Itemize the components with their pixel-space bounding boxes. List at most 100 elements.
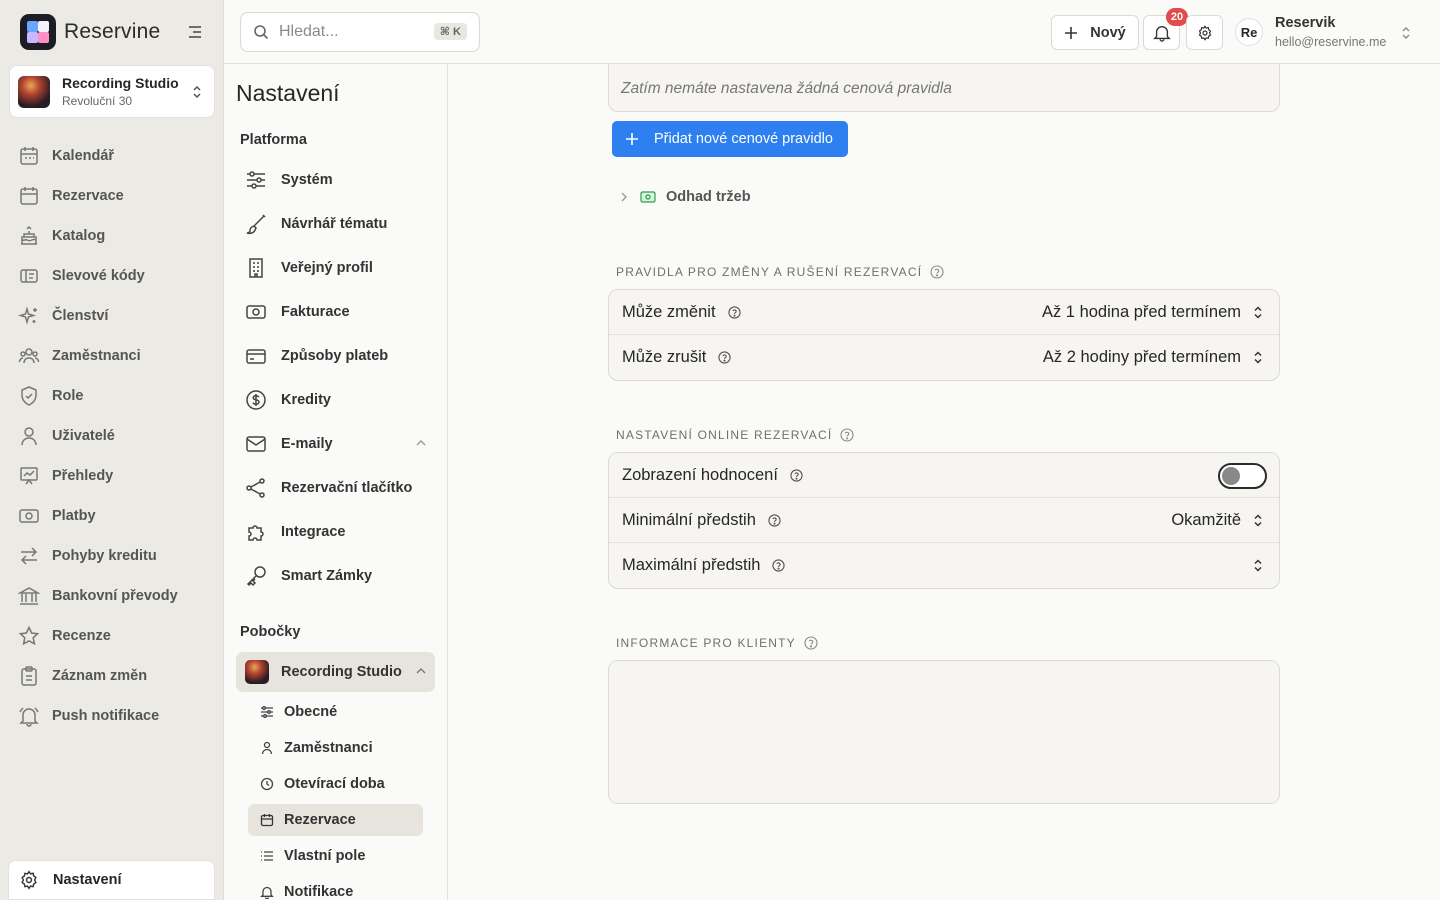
- section-title-text: INFORMACE PRO KLIENTY: [616, 636, 796, 650]
- show-reviews-row: Zobrazení hodnocení: [609, 453, 1279, 498]
- nav-item-label: Přehledy: [52, 468, 114, 484]
- settings-item-label: Rezervační tlačítko: [281, 480, 413, 496]
- settings-item-invoicing[interactable]: Fakturace: [236, 292, 435, 332]
- search-shortcut: ⌘ K: [433, 23, 467, 40]
- branch-sub-reservations[interactable]: Rezervace: [248, 804, 423, 836]
- can-cancel-select-value[interactable]: Až 2 hodiny před termínem: [1043, 348, 1241, 367]
- sparkles-icon: [18, 306, 37, 325]
- help-circle-icon: [790, 468, 803, 482]
- branch-sub-opening-hours[interactable]: Otevírací doba: [248, 768, 423, 800]
- help-circle-icon: [840, 428, 854, 442]
- row-label: Minimální předstih: [622, 510, 756, 529]
- client-info-textarea[interactable]: [608, 660, 1280, 804]
- settings-button[interactable]: [1186, 15, 1223, 50]
- nav-item-reservations[interactable]: Rezervace: [0, 176, 224, 216]
- nav-item-reviews[interactable]: Recenze: [0, 616, 224, 656]
- nav-item-calendar[interactable]: Kalendář: [0, 136, 224, 176]
- branch-sub-label: Otevírací doba: [284, 776, 385, 792]
- show-reviews-toggle[interactable]: [1218, 463, 1267, 489]
- row-label: Může změnit: [622, 302, 716, 321]
- nav-item-label: Role: [52, 388, 84, 404]
- avatar: Re: [1235, 18, 1263, 46]
- settings-item-emails[interactable]: E-maily: [236, 424, 435, 464]
- brand[interactable]: Reservine: [20, 14, 160, 50]
- notifications-button[interactable]: 20: [1143, 8, 1188, 50]
- user-menu[interactable]: Re Reservik hello@reservine.me: [1235, 14, 1420, 52]
- help-circle-icon: [768, 513, 781, 527]
- add-pricing-rule-button[interactable]: Přidat nové cenové pravidlo: [612, 121, 848, 157]
- settings-item-credits[interactable]: Kredity: [236, 380, 435, 420]
- branch-label: Recording Studio: [281, 664, 402, 680]
- collapse-sidebar-button[interactable]: [186, 24, 204, 40]
- branch-sub-notifications[interactable]: Notifikace: [248, 876, 423, 900]
- settings-item-integrations[interactable]: Integrace: [236, 512, 435, 552]
- sliders-icon: [261, 706, 273, 718]
- toggle-knob: [1222, 467, 1240, 485]
- settings-item-theme-designer[interactable]: Návrhář tématu: [236, 204, 435, 244]
- branch-item-recording-studio[interactable]: Recording Studio: [236, 652, 435, 692]
- new-button-label: Nový: [1090, 24, 1126, 41]
- nav-item-roles[interactable]: Role: [0, 376, 224, 416]
- settings-item-public-profile[interactable]: Veřejný profil: [236, 248, 435, 288]
- branch-sub-custom-fields[interactable]: Vlastní pole: [248, 840, 423, 872]
- settings-item-label: E-maily: [281, 436, 333, 452]
- settings-item-payment-methods[interactable]: Způsoby plateb: [236, 336, 435, 376]
- plus-icon: [1065, 26, 1078, 39]
- clock-icon: [260, 777, 274, 791]
- pricing-rules-empty: Zatím nemáte nastavena žádná cenová prav…: [608, 64, 1280, 112]
- revenue-estimate-label: Odhad tržeb: [666, 189, 751, 205]
- nav-item-employees[interactable]: Zaměstnanci: [0, 336, 224, 376]
- branch-sub-general[interactable]: Obecné: [248, 696, 423, 728]
- settings-item-label: Veřejný profil: [281, 260, 373, 276]
- min-advance-row[interactable]: Minimální předstih Okamžitě: [609, 498, 1279, 543]
- banknote-icon: [19, 509, 39, 523]
- help-circle-icon: [804, 636, 818, 650]
- nav-item-payments[interactable]: Platby: [0, 496, 224, 536]
- row-label: Může zrušit: [622, 348, 707, 366]
- nav-item-push-notifications[interactable]: Push notifikace: [0, 696, 224, 736]
- nav-item-bank-transfers[interactable]: Bankovní převody: [0, 576, 224, 616]
- bell-icon: [19, 707, 39, 727]
- star-icon: [18, 625, 40, 646]
- can-change-select-value[interactable]: Až 1 hodina před termínem: [1042, 303, 1241, 322]
- nav-item-settings[interactable]: Nastavení: [8, 860, 215, 900]
- can-cancel-row[interactable]: Může zrušit Až 2 hodiny před termínem: [609, 335, 1279, 380]
- nav-item-membership[interactable]: Členství: [0, 296, 224, 336]
- settings-item-label: Fakturace: [281, 304, 350, 320]
- nav-item-credit-movements[interactable]: Pohyby kreditu: [0, 536, 224, 576]
- max-advance-row[interactable]: Maximální předstih: [609, 543, 1279, 588]
- platform-group-label: Platforma: [240, 132, 307, 148]
- row-label: Zobrazení hodnocení: [622, 465, 778, 484]
- change-rules-card: Může změnit Až 1 hodina před termínem Mů…: [608, 289, 1280, 381]
- nav-item-catalog[interactable]: Katalog: [0, 216, 224, 256]
- shield-icon: [21, 386, 37, 406]
- search-input[interactable]: [279, 23, 419, 41]
- nav-item-changelog[interactable]: Záznam změn: [0, 656, 224, 696]
- notifications-badge: 20: [1166, 8, 1188, 26]
- settings-item-system[interactable]: Systém: [236, 160, 435, 200]
- gear-icon: [21, 870, 37, 890]
- revenue-estimate-toggle[interactable]: Odhad tržeb: [620, 189, 751, 205]
- nav-item-discount-codes[interactable]: Slevové kódy: [0, 256, 224, 296]
- settings-item-smart-locks[interactable]: Smart Zámky: [236, 556, 435, 596]
- nav-item-reports[interactable]: Přehledy: [0, 456, 224, 496]
- settings-item-label: Smart Zámky: [281, 568, 373, 584]
- nav-item-users[interactable]: Uživatelé: [0, 416, 224, 456]
- puzzle-icon: [248, 525, 264, 541]
- chevron-up-icon: [416, 440, 426, 446]
- list-icon: [261, 851, 273, 861]
- studio-switcher[interactable]: Recording Studio Revoluční 30: [9, 65, 215, 118]
- chevron-up-down-icon: [1402, 27, 1410, 39]
- branch-sub-employees[interactable]: Zaměstnanci: [248, 732, 423, 764]
- nav-item-label: Uživatelé: [52, 428, 115, 444]
- search-box[interactable]: ⌘ K: [240, 12, 480, 52]
- new-button[interactable]: Nový: [1051, 15, 1139, 50]
- nav-item-label: Členství: [52, 308, 109, 324]
- chevron-up-down-icon: [193, 85, 201, 99]
- min-advance-select-value[interactable]: Okamžitě: [1171, 511, 1241, 530]
- plus-icon: [626, 133, 638, 145]
- settings-item-booking-button[interactable]: Rezervační tlačítko: [236, 468, 435, 508]
- settings-item-label: Kredity: [281, 392, 331, 408]
- can-change-row[interactable]: Může změnit Až 1 hodina před termínem: [609, 290, 1279, 335]
- building-icon: [249, 258, 263, 278]
